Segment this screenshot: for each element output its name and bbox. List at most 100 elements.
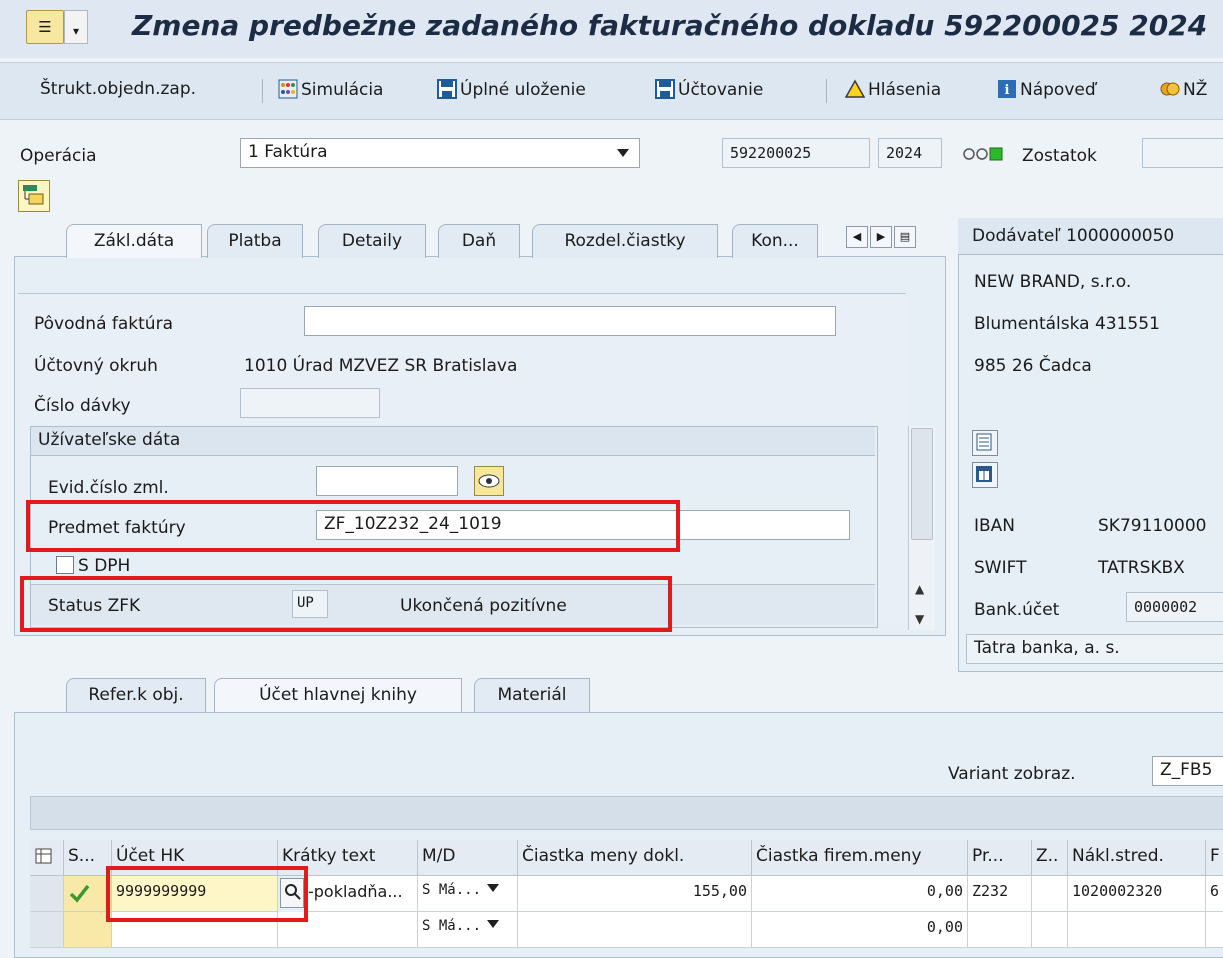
- messages-button[interactable]: Hlásenia: [845, 79, 941, 100]
- tab-po-reference[interactable]: Refer.k obj.: [66, 678, 206, 712]
- chevron-down-icon: [617, 149, 629, 157]
- batch-number-label: Číslo dávky: [34, 396, 131, 416]
- balance-status-icon: [963, 147, 1003, 161]
- table-row-status: [64, 876, 112, 912]
- f-cell[interactable]: 6: [1206, 876, 1223, 912]
- folder-tree-icon: [23, 185, 44, 205]
- tab-more[interactable]: Kon...: [732, 224, 818, 258]
- document-overview-button[interactable]: [18, 180, 50, 212]
- tab-gl-account[interactable]: Účet hlavnej knihy: [214, 678, 462, 712]
- vendor-city: 985 26 Čadca: [974, 356, 1092, 376]
- row-selector[interactable]: [30, 912, 64, 948]
- grid-header-cost-center[interactable]: Nákl.stred.: [1068, 840, 1206, 876]
- app-menu-icon[interactable]: ☰: [26, 10, 64, 44]
- scroll-down-icon[interactable]: ▼: [915, 612, 924, 626]
- svg-text:i: i: [1005, 83, 1010, 98]
- document-number-field: 592200025: [722, 138, 870, 168]
- grid-header-pr[interactable]: Pr...: [968, 840, 1032, 876]
- amount-firm-cell: 0,00: [752, 912, 968, 948]
- tab-scroll-left-button[interactable]: ◀: [846, 226, 868, 248]
- highlight-invoice-subject: [26, 500, 680, 552]
- tab-payment[interactable]: Platba: [207, 224, 303, 258]
- page-title: Zmena predbežne zadaného fakturačného do…: [132, 9, 1208, 42]
- vendor-header-text: Dodávateľ 1000000050: [972, 226, 1175, 246]
- toolbar-separator: [826, 79, 827, 103]
- simulation-button[interactable]: Simulácia: [278, 79, 383, 100]
- cost-center-cell[interactable]: 1020002320: [1068, 876, 1206, 912]
- z-cell[interactable]: [1032, 876, 1068, 912]
- full-save-button[interactable]: Úplné uloženie: [437, 79, 586, 100]
- original-invoice-label: Pôvodná faktúra: [34, 314, 173, 334]
- operation-select[interactable]: 1 Faktúra: [240, 138, 640, 168]
- z-cell[interactable]: [1032, 912, 1068, 948]
- scroll-up-icon[interactable]: ▲: [915, 582, 924, 596]
- table-settings-icon: [35, 848, 52, 864]
- tab-basic-data[interactable]: Zákl.dáta: [66, 224, 202, 258]
- display-variant-input[interactable]: Z_FB5: [1152, 756, 1223, 786]
- grid-header-amount-firm[interactable]: Čiastka firem.meny: [752, 840, 968, 876]
- highlight-gl-account: [106, 866, 308, 922]
- scrollbar-thumb[interactable]: [911, 428, 933, 540]
- grid-header-f[interactable]: F: [1206, 840, 1223, 876]
- vendor-street: Blumentálska 431551: [974, 314, 1160, 334]
- full-save-label: Úplné uloženie: [460, 80, 586, 100]
- save-icon: [655, 79, 675, 99]
- chevron-down-icon: [487, 920, 500, 928]
- info-icon: i: [998, 80, 1016, 98]
- amount-doc-cell[interactable]: [518, 912, 752, 948]
- vertical-scrollbar[interactable]: ▲ ▼: [908, 426, 935, 630]
- amount-doc-cell[interactable]: 155,00: [518, 876, 752, 912]
- grid-header-amount-doc[interactable]: Čiastka meny dokl.: [518, 840, 752, 876]
- bank-icon: [976, 466, 992, 482]
- debit-credit-value: S Má...: [422, 882, 482, 898]
- structured-po-button[interactable]: Štrukt.objedn.zap.: [40, 79, 196, 99]
- cost-center-cell[interactable]: [1068, 912, 1206, 948]
- operation-label: Operácia: [20, 146, 97, 166]
- debit-credit-value: S Má...: [422, 918, 482, 934]
- debit-credit-select[interactable]: S Má...: [418, 912, 518, 948]
- app-menu-dropdown-icon[interactable]: ▾: [64, 10, 88, 44]
- pr-cell[interactable]: [968, 912, 1032, 948]
- debit-credit-select[interactable]: S Má...: [418, 876, 518, 912]
- operation-value: 1 Faktúra: [248, 142, 328, 162]
- balance-field: [1142, 138, 1223, 168]
- iban-value: SK79110000: [1098, 516, 1207, 536]
- tab-tax[interactable]: Daň: [438, 224, 520, 258]
- more-button[interactable]: NŽ: [1160, 79, 1207, 100]
- display-variant-label: Variant zobraz.: [948, 764, 1076, 784]
- save-icon: [437, 79, 457, 99]
- simulation-label: Simulácia: [301, 80, 384, 100]
- row-selector[interactable]: [30, 876, 64, 912]
- grid-header-z[interactable]: Z..: [1032, 840, 1068, 876]
- grid-header-status[interactable]: S...: [64, 840, 112, 876]
- eye-icon: [478, 474, 500, 488]
- short-text-cell[interactable]: -pokladňa...: [304, 876, 418, 912]
- highlight-status: [20, 576, 672, 632]
- f-cell[interactable]: [1206, 912, 1223, 948]
- tab-scroll-right-button[interactable]: ▶: [870, 226, 892, 248]
- grid-select-all-header[interactable]: [30, 840, 64, 876]
- tab-material[interactable]: Materiál: [474, 678, 590, 712]
- contract-number-label: Evid.číslo zml.: [48, 478, 169, 498]
- vendor-detail-button[interactable]: [972, 430, 998, 456]
- warning-icon: [845, 79, 865, 98]
- tab-amount-split[interactable]: Rozdel.čiastky: [532, 224, 718, 258]
- original-invoice-input[interactable]: [304, 306, 836, 336]
- company-code-label: Účtovný okruh: [34, 356, 158, 376]
- bank-account-field: 0000002: [1126, 592, 1223, 622]
- tab-list-button[interactable]: ▤: [894, 226, 916, 248]
- company-code-value: 1010 Úrad MZVEZ SR Bratislava: [244, 356, 518, 376]
- pr-cell[interactable]: Z232: [968, 876, 1032, 912]
- grid-toolbar: [30, 796, 1223, 830]
- display-contract-button[interactable]: [474, 466, 504, 496]
- document-year-field: 2024: [878, 138, 942, 168]
- post-button[interactable]: Účtovanie: [655, 79, 763, 100]
- grid-header-debit-credit[interactable]: M/D: [418, 840, 518, 876]
- vendor-bank-button[interactable]: [972, 462, 998, 488]
- vat-checkbox[interactable]: [56, 556, 74, 574]
- vendor-name: NEW BRAND, s.r.o.: [974, 272, 1132, 292]
- contract-number-input[interactable]: [316, 466, 458, 496]
- toolbar: Štrukt.objedn.zap. Simulácia Úplné ulože…: [0, 62, 1223, 120]
- help-button[interactable]: i Nápoveď: [997, 79, 1096, 100]
- tab-details[interactable]: Detaily: [318, 224, 426, 258]
